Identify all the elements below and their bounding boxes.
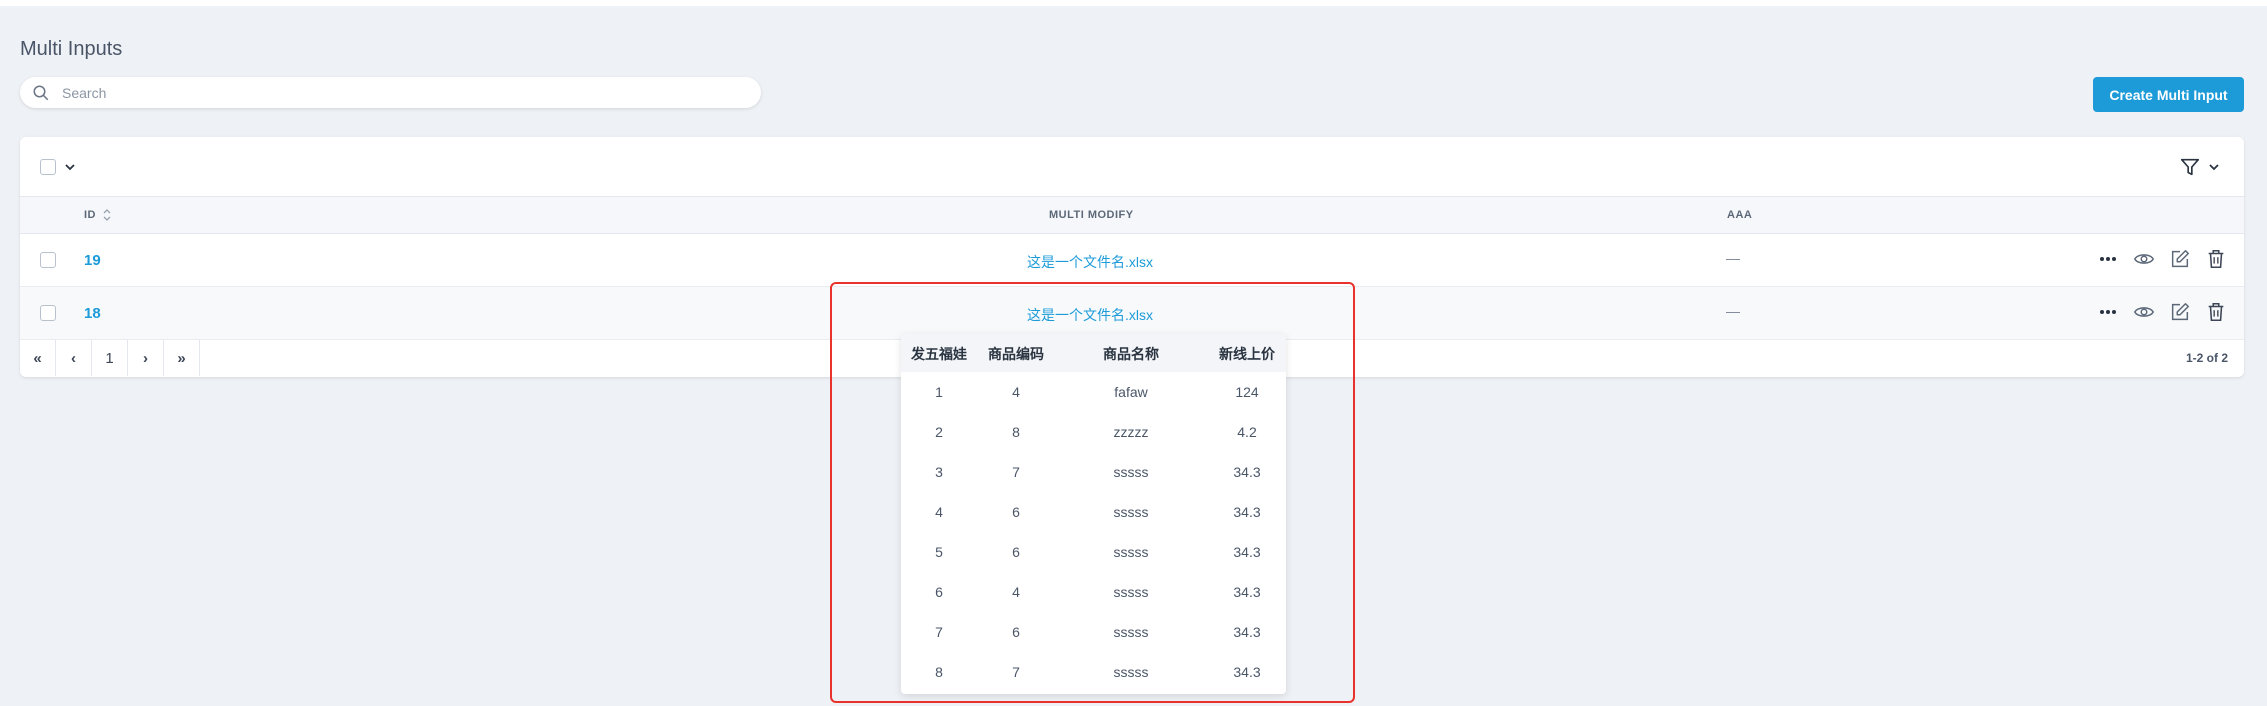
result-count: 1-2 of 2 <box>2185 351 2228 365</box>
page-number-button[interactable]: 1 <box>92 340 128 376</box>
trash-icon[interactable] <box>2205 248 2227 270</box>
popover-cell: zzzzz <box>1113 424 1149 440</box>
pagination: « ‹ 1 › » <box>20 340 200 376</box>
popover-cell: 4 <box>1012 384 1020 400</box>
create-multi-input-button[interactable]: Create Multi Input <box>2093 77 2244 112</box>
more-icon[interactable] <box>2099 256 2117 262</box>
popover-column-header: 商品编码 <box>988 346 1044 362</box>
popover-cell: fafaw <box>1114 384 1148 400</box>
chevron-down-icon[interactable] <box>2208 161 2220 173</box>
popover-cell: 34.3 <box>1233 544 1261 560</box>
popover-cell: 34.3 <box>1233 584 1261 600</box>
row-aaa-value: — <box>1726 303 1740 319</box>
row-file-link[interactable]: 这是一个文件名.xlsx <box>1027 305 1153 325</box>
popover-cell: sssss <box>1113 584 1149 600</box>
row-file-link[interactable]: 这是一个文件名.xlsx <box>1027 252 1153 272</box>
popover-cell: 6 <box>1012 544 1020 560</box>
row-id-link[interactable]: 19 <box>84 252 101 269</box>
previous-page-button[interactable]: ‹ <box>56 340 92 376</box>
popover-cell: 8 <box>1012 424 1020 440</box>
column-header-id[interactable]: ID <box>84 209 96 221</box>
trash-icon[interactable] <box>2205 301 2227 323</box>
page-title: Multi Inputs <box>20 38 123 60</box>
row-id-link[interactable]: 18 <box>84 305 101 322</box>
popover-cell: 34.3 <box>1233 504 1261 520</box>
popover-cell: sssss <box>1113 544 1149 560</box>
row-checkbox[interactable] <box>40 252 56 268</box>
top-bar <box>0 0 2267 6</box>
search-icon <box>33 85 49 100</box>
popover-cell: 4 <box>1012 584 1020 600</box>
table-row: 19 这是一个文件名.xlsx — <box>20 234 2244 287</box>
file-preview-popover: 发五福娃 商品编码 商品名称 新线上价 1 4 fafaw 124 2 8 zzzzz 4.2 3 7 ss… <box>901 334 1286 694</box>
popover-column-header: 新线上价 <box>1219 346 1275 362</box>
row-aaa-value: — <box>1726 250 1740 266</box>
popover-column-header: 商品名称 <box>1103 346 1159 362</box>
next-page-button[interactable]: › <box>128 340 164 376</box>
sort-icon[interactable] <box>102 207 112 223</box>
edit-icon[interactable] <box>2169 248 2191 270</box>
popover-cell: 124 <box>1235 384 1259 400</box>
popover-cell: 6 <box>1012 624 1020 640</box>
chevron-down-icon[interactable] <box>64 161 76 173</box>
last-page-button[interactable]: » <box>164 340 200 376</box>
column-header-multi-modify: MULTI MODIFY <box>1049 209 1134 221</box>
search-box[interactable] <box>20 77 761 108</box>
search-input[interactable] <box>62 84 712 101</box>
popover-cell: sssss <box>1113 624 1149 640</box>
edit-icon[interactable] <box>2169 301 2191 323</box>
eye-icon[interactable] <box>2133 248 2155 270</box>
more-icon[interactable] <box>2099 309 2117 315</box>
eye-icon[interactable] <box>2133 301 2155 323</box>
popover-cell: sssss <box>1113 664 1149 680</box>
column-header-aaa: AAA <box>1727 209 1753 221</box>
select-all-checkbox[interactable] <box>40 159 56 175</box>
table-header: ID MULTI MODIFY AAA <box>20 197 2244 234</box>
first-page-button[interactable]: « <box>20 340 56 376</box>
popover-cell: sssss <box>1113 504 1149 520</box>
popover-cell: 34.3 <box>1233 664 1261 680</box>
popover-cell: 34.3 <box>1233 624 1261 640</box>
popover-cell: 34.3 <box>1233 464 1261 480</box>
popover-cell: 7 <box>1012 464 1020 480</box>
row-checkbox[interactable] <box>40 305 56 321</box>
popover-cell: 4.2 <box>1237 424 1257 440</box>
popover-cell: 7 <box>1012 664 1020 680</box>
popover-cell: sssss <box>1113 464 1149 480</box>
table-row: 18 这是一个文件名.xlsx — <box>20 287 2244 340</box>
popover-cell: 6 <box>1012 504 1020 520</box>
table-toolbar <box>20 137 2244 197</box>
filter-icon[interactable] <box>2179 156 2201 178</box>
